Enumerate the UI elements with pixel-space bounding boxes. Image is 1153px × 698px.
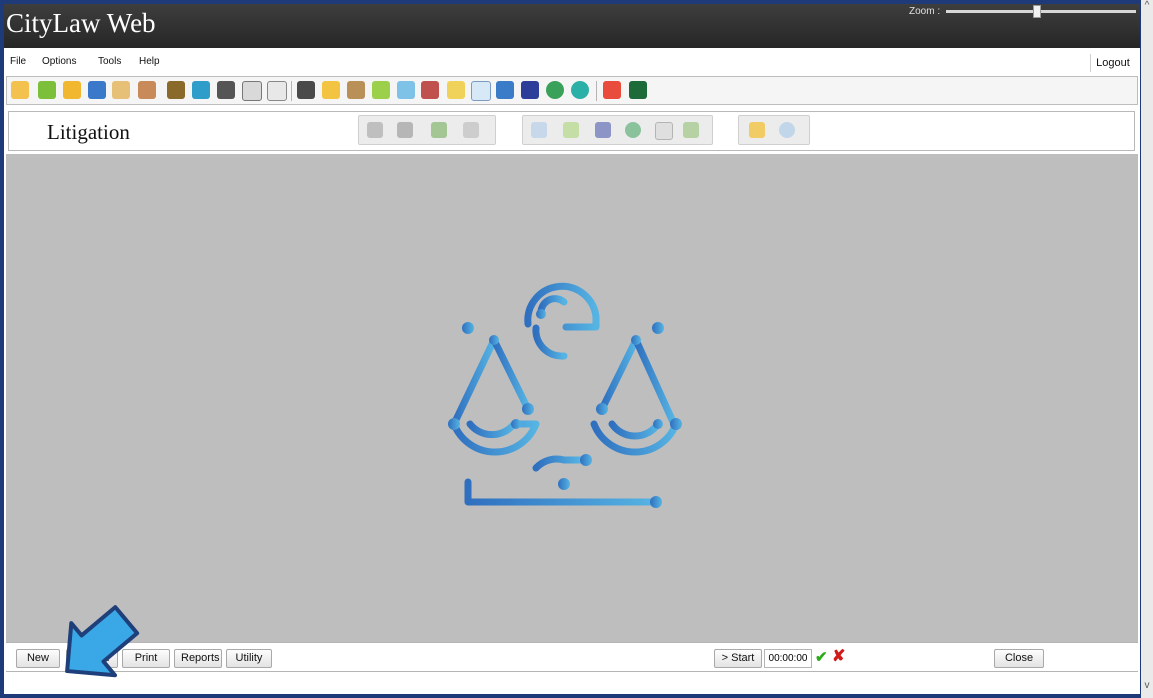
search-doc-icon[interactable] — [531, 122, 547, 138]
handshake-icon[interactable] — [138, 81, 156, 99]
dollar-icon[interactable] — [431, 122, 447, 138]
m-icon[interactable] — [629, 81, 647, 99]
hands-icon[interactable] — [112, 81, 130, 99]
magnifier-doc-icon[interactable] — [471, 81, 491, 101]
utility-button[interactable]: Utility — [226, 649, 272, 668]
zoom-slider-thumb[interactable] — [1033, 5, 1042, 18]
module-header: Litigation — [8, 111, 1135, 151]
close-button[interactable]: Close — [994, 649, 1044, 668]
arrow-pointer-icon — [65, 605, 140, 678]
scales-of-justice-logo — [448, 282, 682, 508]
clock-icon[interactable] — [267, 81, 287, 101]
zoom-label: Zoom : — [909, 6, 941, 17]
main-toolbar — [6, 76, 1138, 105]
module-toolbar-group-1 — [358, 115, 496, 145]
module-toolbar-group-2 — [522, 115, 713, 145]
address-book-icon[interactable] — [496, 81, 514, 99]
tools-icon[interactable] — [217, 81, 235, 99]
menu-tools[interactable]: Tools — [98, 56, 121, 67]
scroll-down-icon[interactable]: v — [1141, 680, 1153, 696]
app-window: CityLaw Web Zoom : File Options Tools He… — [4, 4, 1140, 694]
pencil-icon[interactable] — [372, 81, 390, 99]
timer-display: 00:00:00 — [764, 649, 812, 668]
workspace — [6, 154, 1138, 642]
arrows-icon[interactable] — [595, 122, 611, 138]
vertical-scrollbar[interactable] — [1141, 0, 1153, 698]
grid-icon[interactable] — [603, 81, 621, 99]
menu-help[interactable]: Help — [139, 56, 160, 67]
stopwatch-icon[interactable] — [655, 122, 673, 140]
arrows-icon[interactable] — [521, 81, 539, 99]
history-icon[interactable] — [571, 81, 589, 99]
reports-button[interactable]: Reports — [174, 649, 222, 668]
globe-icon[interactable] — [546, 81, 564, 99]
card-icon[interactable] — [683, 122, 699, 138]
gavel-icon[interactable] — [11, 81, 29, 99]
printer-icon[interactable] — [397, 122, 413, 138]
globe-icon[interactable] — [625, 122, 641, 138]
notepad-icon[interactable] — [447, 81, 465, 99]
toolbar-separator — [596, 81, 597, 101]
pencil-icon[interactable] — [563, 122, 579, 138]
pen-icon[interactable] — [192, 81, 210, 99]
check-icon[interactable]: ✔ — [815, 650, 828, 666]
book-icon[interactable] — [38, 81, 56, 99]
folder-icon[interactable] — [63, 81, 81, 99]
list-icon[interactable] — [367, 122, 383, 138]
menu-options[interactable]: Options — [42, 56, 76, 67]
app-title: CityLaw Web — [6, 8, 156, 38]
status-bar — [6, 672, 1138, 694]
title-bar: CityLaw Web Zoom : — [4, 4, 1140, 48]
stopwatch-icon[interactable] — [242, 81, 262, 101]
menu-bar: File Options Tools Help — [4, 50, 1140, 74]
open-folder-icon[interactable] — [322, 81, 340, 99]
logout-button[interactable]: Logout — [1090, 54, 1135, 72]
menu-file[interactable]: File — [10, 56, 26, 67]
eraser-icon[interactable] — [397, 81, 415, 99]
module-title: Litigation — [47, 120, 130, 144]
scroll-up-icon[interactable]: ^ — [1141, 0, 1153, 16]
book-open-icon[interactable] — [347, 81, 365, 99]
folder-icon[interactable] — [749, 122, 765, 138]
bottom-action-bar: New Search Print Reports Utility > Start… — [6, 642, 1138, 672]
money-bag-icon[interactable] — [167, 81, 185, 99]
cancel-x-icon[interactable]: ✘ — [832, 649, 845, 665]
printer-icon[interactable] — [297, 81, 315, 99]
person-icon[interactable] — [421, 81, 439, 99]
lock-icon[interactable] — [88, 81, 106, 99]
start-timer-button[interactable]: > Start — [714, 649, 762, 668]
toolbar-separator — [291, 81, 292, 101]
magnifier-icon[interactable] — [779, 122, 795, 138]
paperclip-icon[interactable] — [463, 122, 479, 138]
module-toolbar-group-3 — [738, 115, 810, 145]
